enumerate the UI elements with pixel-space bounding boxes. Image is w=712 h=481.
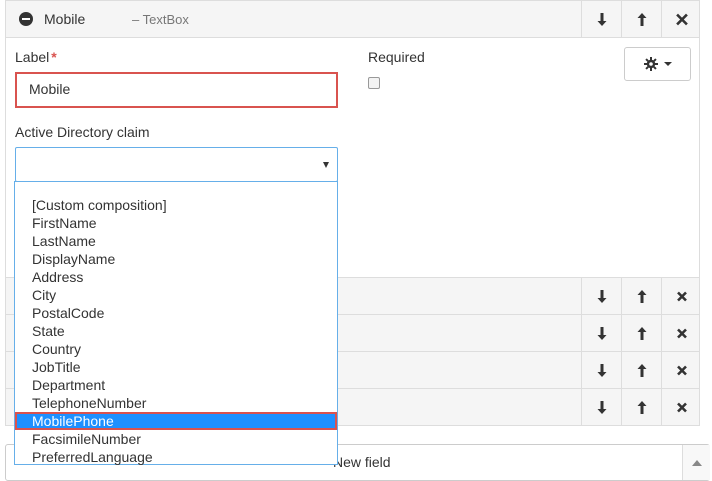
required-marker: * [51, 49, 57, 65]
move-down-button[interactable] [581, 389, 621, 425]
chevron-up-icon [691, 459, 702, 466]
move-up-button[interactable] [621, 389, 661, 425]
label-input[interactable]: Mobile [15, 72, 338, 108]
minus-circle-icon[interactable] [19, 12, 33, 26]
dropdown-option[interactable]: PostalCode [15, 304, 337, 322]
move-up-button[interactable] [621, 1, 661, 37]
ad-claim-select[interactable] [15, 147, 338, 182]
close-icon [675, 13, 688, 25]
arrow-down-icon [597, 363, 606, 377]
dropdown-option[interactable]: DisplayName [15, 250, 337, 268]
dropdown-option[interactable]: PreferredLanguage [15, 448, 337, 466]
dropdown-option[interactable]: FirstName [15, 214, 337, 232]
arrow-down-icon [597, 289, 606, 303]
field-type: – TextBox [132, 12, 189, 27]
arrow-down-icon [597, 400, 606, 414]
arrow-up-icon [637, 326, 646, 340]
move-up-button[interactable] [621, 315, 661, 351]
close-icon [676, 291, 687, 301]
arrow-up-icon [637, 400, 646, 414]
move-down-button[interactable] [581, 278, 621, 314]
dropdown-option[interactable]: TelephoneNumber [15, 394, 337, 412]
arrow-up-icon [637, 363, 646, 377]
ad-claim-dropdown-list[interactable]: [Custom composition] FirstName LastName … [14, 181, 338, 465]
label-caption-text: Label [15, 49, 50, 65]
label-caption: Label * [15, 49, 57, 65]
arrow-down-icon [597, 12, 606, 26]
arrow-up-icon [637, 289, 646, 303]
caret-down-icon [663, 62, 672, 66]
move-down-button[interactable] [581, 315, 621, 351]
dropdown-option[interactable]: FacsimileNumber [15, 430, 337, 448]
remove-button[interactable] [661, 278, 701, 314]
close-icon [676, 402, 687, 412]
settings-dropdown-button[interactable] [624, 47, 691, 81]
move-up-button[interactable] [621, 278, 661, 314]
dropdown-option-selected[interactable]: MobilePhone [15, 412, 337, 430]
remove-button[interactable] [661, 389, 701, 425]
scroll-up-button[interactable] [682, 445, 710, 480]
dropdown-option[interactable]: LastName [15, 232, 337, 250]
field-name: Mobile [44, 11, 86, 27]
required-caption: Required [368, 49, 425, 65]
move-up-button[interactable] [621, 352, 661, 388]
required-checkbox[interactable] [368, 77, 380, 89]
dropdown-option[interactable]: City [15, 286, 337, 304]
dropdown-option[interactable]: [Custom composition] [15, 196, 337, 214]
dropdown-option[interactable]: State [15, 322, 337, 340]
dropdown-option[interactable]: Department [15, 376, 337, 394]
remove-button[interactable] [661, 352, 701, 388]
arrow-up-icon [637, 12, 646, 26]
select-arrow-icon [323, 162, 329, 168]
move-down-button[interactable] [581, 1, 621, 37]
dropdown-option[interactable]: JobTitle [15, 358, 337, 376]
dropdown-option[interactable]: Address [15, 268, 337, 286]
dropdown-option[interactable]: Country [15, 340, 337, 358]
add-field-label[interactable]: New field [333, 454, 391, 470]
close-icon [676, 328, 687, 338]
remove-button[interactable] [661, 315, 701, 351]
gear-icon [643, 57, 658, 71]
arrow-down-icon [597, 326, 606, 340]
field-header: Mobile – TextBox [6, 1, 699, 38]
remove-button[interactable] [661, 1, 701, 37]
move-down-button[interactable] [581, 352, 621, 388]
close-icon [676, 365, 687, 375]
ad-claim-caption: Active Directory claim [15, 124, 150, 140]
